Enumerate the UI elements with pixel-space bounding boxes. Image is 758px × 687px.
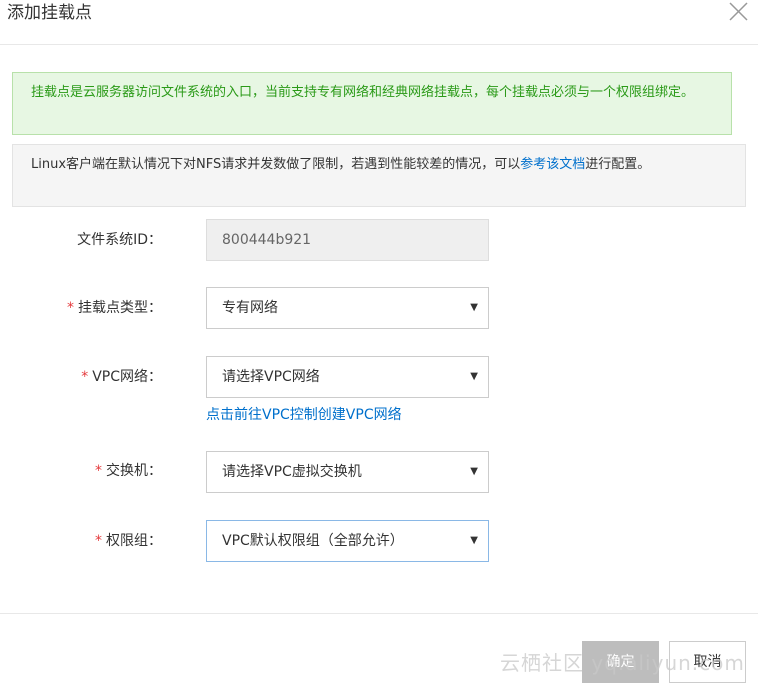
caret-down-icon: ▼ [470,302,478,313]
fs-id-label: 文件系统ID： [77,232,162,248]
vswitch-label: * 交换机： [95,463,162,479]
caret-down-icon: ▼ [470,535,478,546]
vpc-select[interactable]: 请选择VPC网络 ▼ [206,356,489,398]
permission-group-label: * 权限组： [95,533,162,549]
required-mark: * [95,533,102,549]
vpc-label: * VPC网络： [81,369,162,385]
required-mark: * [95,463,102,479]
alert-info: Linux客户端在默认情况下对NFS请求并发数做了限制，若遇到性能较差的情况，可… [12,144,746,207]
mount-type-label: * 挂载点类型： [67,300,162,316]
doc-link[interactable]: 参考该文档 [520,157,585,172]
required-mark: * [81,369,89,385]
permission-group-select[interactable]: VPC默认权限组（全部允许） ▼ [206,520,489,562]
close-icon[interactable] [726,0,750,24]
alert-info-suffix: 进行配置。 [585,157,651,172]
alert-success: 挂载点是云服务器访问文件系统的入口，当前支持专有网络和经典网络挂载点，每个挂载点… [12,72,732,135]
cancel-button[interactable]: 取消 [669,641,746,683]
required-mark: * [67,300,74,316]
caret-down-icon: ▼ [470,466,478,477]
mount-type-select[interactable]: 专有网络 ▼ [206,287,489,329]
footer-divider [0,613,758,614]
caret-down-icon: ▼ [470,371,478,382]
fs-id-input: 800444b921 [206,219,489,261]
vswitch-select[interactable]: 请选择VPC虚拟交换机 ▼ [206,451,489,493]
header-divider [0,44,758,45]
alert-info-prefix: Linux客户端在默认情况下对NFS请求并发数做了限制，若遇到性能较差的情况，可… [31,157,521,172]
dialog-title: 添加挂载点 [7,3,92,23]
confirm-button[interactable]: 确定 [582,641,659,683]
create-vpc-link[interactable]: 点击前往VPC控制创建VPC网络 [206,405,402,425]
alert-success-text: 挂载点是云服务器访问文件系统的入口，当前支持专有网络和经典网络挂载点，每个挂载点… [31,85,695,100]
